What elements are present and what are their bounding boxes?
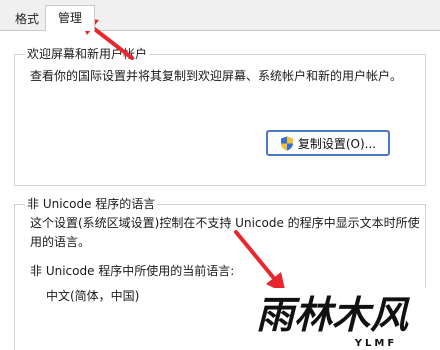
tab-manage[interactable]: 管理 [45,5,95,31]
tab-format[interactable]: 格式 [8,8,46,30]
welcome-screen-description: 查看你的国际设置并将其复制到欢迎屏幕、系统帐户和新的用户帐户。 [30,69,403,83]
tab-strip: 格式 管理 [0,0,440,31]
non-unicode-description-line1: 这个设置(系统区域设置)控制在不支持 Unicode 的程序中显示文本时所使 [30,216,420,230]
current-language-label: 非 Unicode 程序中所使用的当前语言: [30,264,235,278]
region-settings-window: 格式 管理 欢迎屏幕和新用户帐户 查看你的国际设置并将其复制到欢迎屏幕、系统帐户… [0,0,440,350]
uac-shield-icon [280,136,294,151]
welcome-screen-group-title: 欢迎屏幕和新用户帐户 [25,47,150,61]
copy-settings-button[interactable]: 复制设置(O)... [266,130,390,156]
copy-settings-button-label: 复制设置(O)... [297,136,377,151]
svg-text:YLMF: YLMF [354,338,397,349]
svg-text:雨林木风: 雨林木风 [256,293,411,337]
non-unicode-group-title: 非 Unicode 程序的语言 [25,197,158,211]
non-unicode-description-line2: 用的语言。 [30,235,91,249]
current-language-value: 中文(简体，中国) [46,289,140,303]
ylmf-watermark-logo: 雨林木风 YLMF [224,288,440,350]
